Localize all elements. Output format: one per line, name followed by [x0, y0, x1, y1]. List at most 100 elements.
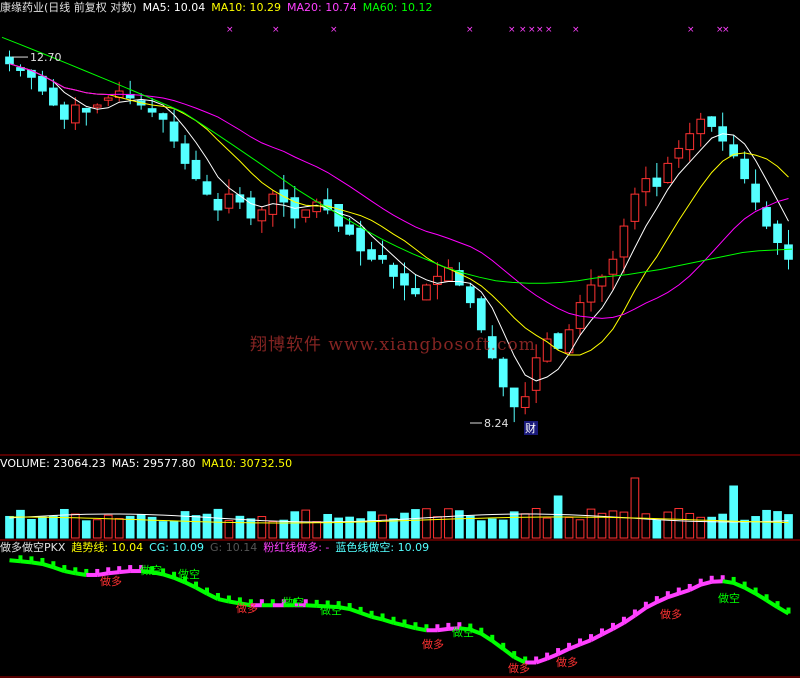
- watermark: 翔博软件 www.xiangbosoft.com: [250, 335, 536, 355]
- volume-bar: [487, 518, 497, 539]
- indicator-name: 做多做空PKX: [0, 541, 66, 554]
- low-price-label: 8.24: [484, 417, 509, 430]
- candle-body: [345, 224, 354, 235]
- indicator-panel-header: 做多做空PKX 趋势线: 10.04 CG: 10.09 G: 10.14 粉红线做多:…: [0, 541, 435, 554]
- candle-body: [476, 298, 486, 331]
- volume-bar: [509, 511, 519, 539]
- volume-bar: [773, 511, 782, 539]
- ma20-value: MA20: 10.74: [287, 1, 357, 14]
- candle-body: [38, 75, 47, 92]
- volume-bar: [575, 519, 585, 539]
- volume-bar: [784, 514, 793, 539]
- trend-segment: [700, 579, 713, 587]
- signal-marker: ×: [226, 25, 234, 35]
- candle-body: [158, 113, 168, 120]
- volume-bar: [334, 517, 343, 539]
- volume-bar: [213, 508, 223, 539]
- volume-bar: [92, 519, 102, 539]
- volume-bar: [751, 516, 760, 539]
- candle-body: [630, 193, 640, 222]
- candle-body: [773, 223, 782, 243]
- volume-bar: [422, 508, 431, 539]
- candle-body: [334, 204, 343, 227]
- volume-bar: [762, 509, 771, 539]
- volume-bar: [531, 507, 541, 539]
- short-signal-label: 做空: [282, 595, 304, 609]
- candle-body: [367, 249, 376, 260]
- volume-bar: [564, 517, 574, 539]
- volume-bar: [542, 517, 552, 539]
- price-panel-header: 康缘药业(日线 前复权 对数) MA5: 10.04 MA10: 10.29 MA20…: [0, 1, 438, 14]
- short-signal-label: 做空: [178, 567, 200, 581]
- short-signal-label: 做空: [140, 563, 162, 577]
- trend-segment: [119, 569, 131, 575]
- volume-bar: [367, 511, 376, 539]
- candle-body: [49, 87, 58, 106]
- candle-body: [191, 159, 201, 180]
- candle-body: [762, 207, 771, 227]
- volume-bar: [476, 520, 486, 539]
- volume-bar: [685, 512, 695, 539]
- volume-bar: [268, 521, 278, 539]
- stock-chart-window: 12.70 8.24 财 × × × × × × × × × × × × × 做多 做空 做空 做多 做空 做空 做多 做空做…: [0, 0, 800, 678]
- candle-body: [246, 197, 256, 219]
- candle-body: [169, 121, 179, 142]
- volume-bar: [312, 521, 322, 539]
- candle-body: [202, 181, 212, 195]
- ma10-line: [9, 63, 789, 356]
- candle-body: [5, 56, 14, 65]
- candle-body: [213, 198, 223, 211]
- candle-body: [685, 133, 695, 151]
- volume-bar: [411, 509, 420, 539]
- volume-bar: [191, 515, 201, 539]
- candle-body: [553, 333, 563, 349]
- trend-segment: [437, 626, 449, 633]
- signal-marker: ×: [272, 25, 280, 35]
- trend-tick: [786, 607, 791, 614]
- long-signal-label: 做多: [508, 661, 530, 675]
- volume-bar: [619, 511, 629, 539]
- volume-bar: [323, 513, 333, 539]
- signal-marker: ×: [572, 25, 580, 35]
- volume-bar: [586, 508, 596, 539]
- candle-body: [92, 104, 102, 108]
- candle-body: [751, 183, 760, 203]
- volume-ma5-value: MA5: 29577.80: [111, 457, 196, 470]
- ma10-value: MA10: 10.29: [211, 1, 282, 14]
- volume-bar: [444, 508, 453, 539]
- signal-marker: ×: [466, 25, 474, 35]
- long-signal-label: 做多: [236, 601, 258, 615]
- candle-body: [740, 158, 749, 180]
- trend-value: 趋势线: 10.04: [71, 541, 144, 554]
- long-signal-label: 做多: [422, 637, 444, 651]
- candle-body: [465, 286, 475, 304]
- signal-marker: ×: [330, 25, 338, 35]
- candle-body: [422, 284, 431, 301]
- signal-marker: ×: [722, 25, 730, 35]
- volume-bar: [674, 508, 684, 539]
- signal-marker: ×: [519, 25, 527, 35]
- candle-body: [400, 273, 409, 286]
- candle-body: [356, 227, 365, 252]
- candle-body: [103, 97, 113, 101]
- candle-body: [389, 264, 398, 277]
- stock-title: 康缘药业(日线 前复权 对数): [0, 1, 137, 14]
- g-value: G: 10.14: [210, 541, 258, 554]
- candle-body: [180, 143, 190, 164]
- volume-bar: [49, 515, 58, 539]
- volume-bar: [729, 485, 738, 539]
- volume-bar: [5, 515, 14, 539]
- candle-body: [498, 358, 508, 388]
- volume-bar: [740, 519, 749, 539]
- signal-marker: ×: [508, 25, 516, 35]
- volume-bar: [718, 513, 728, 539]
- volume-bar: [257, 516, 267, 539]
- volume-bar: [608, 510, 618, 539]
- volume-value: VOLUME: 23064.23: [0, 457, 106, 470]
- volume-bar: [246, 518, 256, 539]
- ma20-line: [9, 63, 789, 319]
- high-price-label: 12.70: [30, 51, 62, 64]
- candle-body: [411, 288, 420, 295]
- volume-ma10-value: MA10: 30732.50: [201, 457, 293, 470]
- short-signal-label: 做空: [452, 625, 474, 639]
